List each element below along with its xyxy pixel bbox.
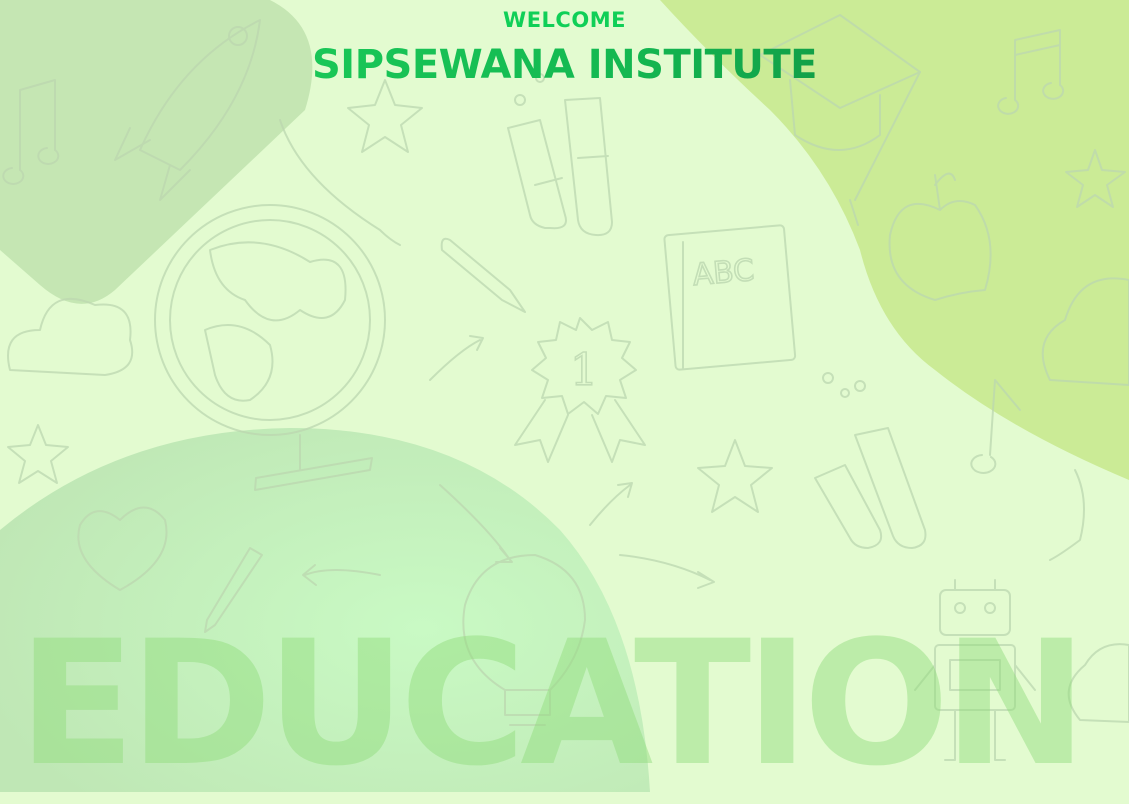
globe-icon xyxy=(154,204,386,491)
arrow-doodle xyxy=(439,484,513,563)
welcome-heading: WELCOME xyxy=(503,8,626,32)
cloud-icon xyxy=(7,297,134,376)
cloud-icon xyxy=(1041,277,1129,386)
arrow-doodle xyxy=(302,564,381,586)
music-note-icon xyxy=(970,379,1021,474)
book-label: ABC xyxy=(691,253,755,293)
music-note-icon xyxy=(2,79,60,185)
arrow-doodle xyxy=(1049,469,1085,561)
institute-title: SIPSEWANA INSTITUTE xyxy=(0,42,1129,88)
star-icon xyxy=(1065,149,1126,208)
arrow-doodle xyxy=(589,482,633,526)
test-tubes-icon xyxy=(814,372,927,549)
arrow-doodle xyxy=(429,335,484,381)
pencil-icon xyxy=(440,237,526,313)
star-icon xyxy=(347,79,423,153)
star-icon xyxy=(7,424,69,484)
book-icon xyxy=(663,224,797,371)
arrow-doodle xyxy=(619,554,715,589)
star-icon xyxy=(697,439,773,513)
apple-icon xyxy=(888,172,992,301)
heart-icon xyxy=(77,506,168,591)
education-watermark: EDUCATION xyxy=(18,603,1087,804)
test-tubes-icon xyxy=(507,73,613,237)
badge-label: 1 xyxy=(570,345,598,396)
